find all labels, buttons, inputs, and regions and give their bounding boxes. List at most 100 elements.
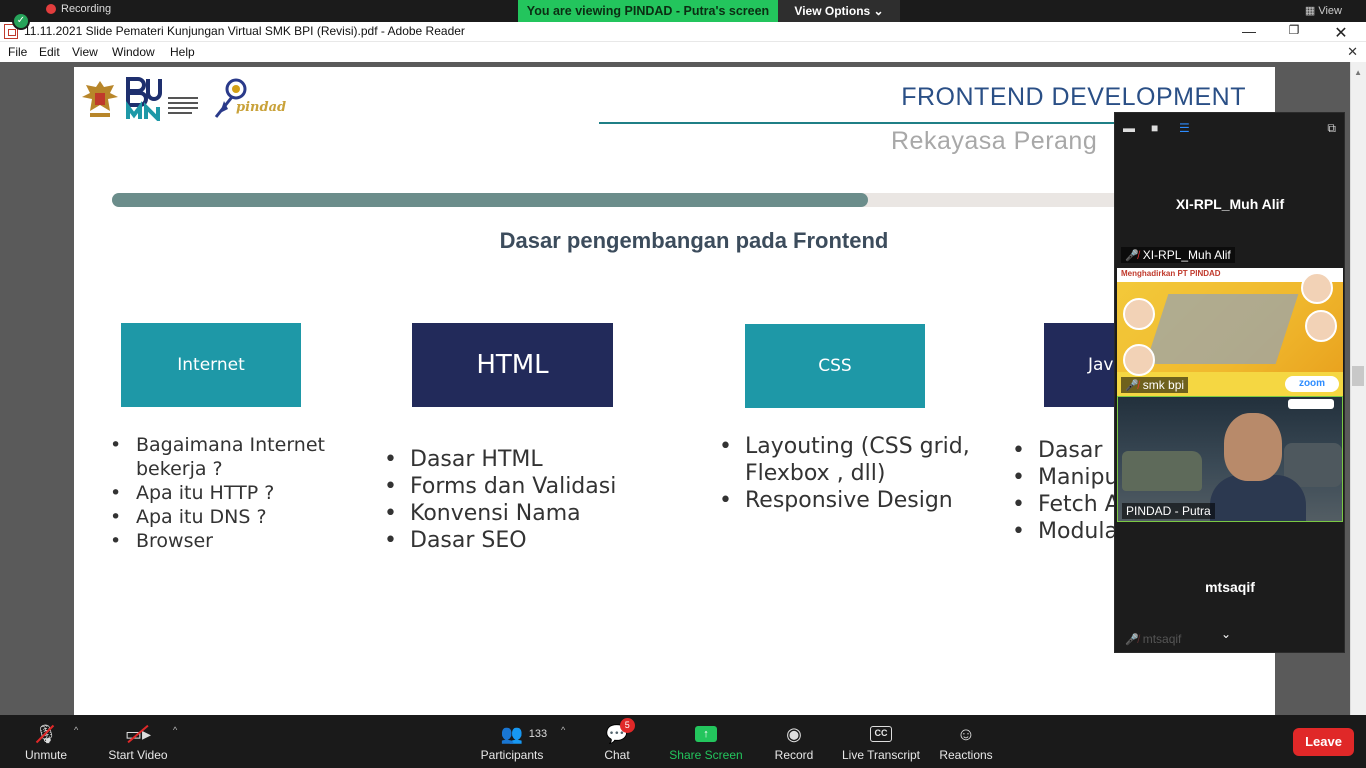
security-shield-icon[interactable]: ✓ [12,12,30,30]
slide-page: pindad FRONTEND DEVELOPMENT Rekayasa Per… [74,67,1275,715]
chat-badge: 5 [619,718,635,733]
list-item: Bagaimana Internet bekerja ? [108,433,348,481]
hide-video-panel-icon[interactable]: ▬ [1123,121,1135,135]
list-item: Dasar SEO [382,527,662,554]
slide-subtitle: Rekayasa Perang [891,127,1098,155]
thumbnail-view-icon[interactable]: ■ [1151,121,1158,135]
list-item: Dasar HTML [382,446,662,473]
list-item: Layouting (CSS grid, Flexbox , dll) [717,433,997,487]
participant-video-panel: ▬ ■ ☰ ⧉ XI-RPL_Muh Alif 🎤̸ XI-RPL_Muh Al… [1114,112,1345,653]
screen: ✓ Recording You are viewing PINDAD - Put… [0,0,1366,768]
scroll-up-arrow-icon[interactable]: ▲ [1354,68,1362,77]
zoom-top-bar: ✓ Recording You are viewing PINDAD - Put… [0,0,1366,30]
start-video-button[interactable]: ▭▸ Start Video [106,715,170,768]
topic-box-internet: Internet [121,323,301,407]
participants-button[interactable]: 👥 133 Participants [478,715,548,768]
recording-indicator[interactable]: Recording [46,3,111,15]
participant-label: 🎤̸ XI-RPL_Muh Alif [1121,247,1235,263]
vertical-scrollbar[interactable] [1350,62,1366,715]
speaker-photo [1305,310,1337,342]
participant-tile-pindad-putra[interactable]: PINDAD - Putra [1117,396,1343,522]
list-item: Forms dan Validasi [382,473,662,500]
live-transcript-label: Live Transcript [841,748,921,762]
topic-box-css: CSS [745,324,925,408]
participant-name: mtsaqif [1205,579,1255,595]
restore-button[interactable]: ❐ [1279,23,1309,37]
speaker-photo [1123,298,1155,330]
window-title: 11.11.2021 Slide Pemateri Kunjungan Virt… [24,24,465,38]
closed-caption-icon: CC [870,726,892,742]
record-button[interactable]: ◉ Record [772,715,816,768]
close-window-button[interactable]: ✕ [1326,23,1356,43]
participants-count: 133 [528,728,548,740]
video-options-chevron-icon[interactable]: ^ [173,725,177,735]
participant-tile-smk-bpi[interactable]: Menghadirkan PT PINDAD zoom 🎤̸ smk bpi [1117,268,1343,396]
minimize-button[interactable]: — [1234,23,1264,39]
video-off-icon: ▭▸ [125,724,151,744]
menu-edit[interactable]: Edit [39,45,60,59]
slide-progress-fill [112,193,868,207]
armored-vehicle-image [1122,451,1202,491]
leave-button[interactable]: Leave [1293,728,1354,756]
participants-options-chevron-icon[interactable]: ^ [561,725,565,735]
participant-label: 🎤̸ mtsaqif [1121,631,1185,647]
view-button[interactable]: ▦ View [1305,4,1342,17]
recording-label: Recording [61,3,112,15]
menu-view[interactable]: View [72,45,98,59]
chat-label: Chat [604,748,630,762]
viewing-banner: You are viewing PINDAD - Putra's screen [518,0,778,22]
view-label: View [1318,5,1342,17]
share-screen-label: Share Screen [669,748,743,762]
list-item: Apa itu HTTP ? [108,481,348,505]
participant-tile-muh-alif[interactable]: XI-RPL_Muh Alif 🎤̸ XI-RPL_Muh Alif [1117,137,1343,267]
speaker-face-image [1224,413,1282,481]
internet-topic-list: Bagaimana Internet bekerja ? Apa itu HTT… [108,433,348,553]
reactions-button[interactable]: ☺ Reactions [938,715,994,768]
menu-help[interactable]: Help [170,45,195,59]
speaker-photo [1301,272,1333,304]
recording-dot-icon [46,4,56,14]
video-corner-logo [1288,399,1334,409]
speaker-body-image [1210,475,1306,521]
list-item: Browser [108,529,348,553]
view-options-button[interactable]: View Options ⌄ [778,0,900,22]
shared-slide-title: Menghadirkan PT PINDAD [1121,269,1221,278]
live-transcript-button[interactable]: CC Live Transcript [840,715,922,768]
chat-button[interactable]: 💬 5 Chat [600,715,635,768]
muted-mic-icon: 🎤̸ [1125,249,1139,262]
speaker-view-icon[interactable]: ☰ [1179,121,1190,135]
close-document-icon[interactable]: ✕ [1347,44,1358,60]
shared-slide-laptop-image [1145,294,1299,364]
list-item: Responsive Design [717,487,997,514]
share-screen-icon: ↑ [695,726,717,742]
garuda-emblem-icon [82,81,118,117]
share-screen-button[interactable]: ↑ Share Screen [668,715,744,768]
side-by-side-view-icon[interactable]: ⧉ [1327,121,1336,136]
zoom-logo-chip: zoom [1285,376,1339,392]
unmute-button[interactable]: 🎙 Unmute [22,715,70,768]
adobe-title-bar: 11.11.2021 Slide Pemateri Kunjungan Virt… [0,22,1366,42]
chat-icon: 💬 5 [606,718,635,744]
start-video-label: Start Video [108,748,168,762]
menu-window[interactable]: Window [112,45,155,59]
pindad-logo-text: pindad [236,100,286,115]
participant-name: XI-RPL_Muh Alif [1175,196,1285,212]
scroll-down-chevron-icon[interactable]: ⌄ [1221,627,1231,641]
menu-bar: File Edit View Window Help ✕ [0,42,1366,62]
scrollbar-thumb[interactable] [1352,366,1364,386]
view-options-label: View Options [794,4,871,18]
meeting-toolbar: 🎙 Unmute ^ ▭▸ Start Video ^ 👥133 Partici… [0,715,1366,768]
list-item: Konvensi Nama [382,500,662,527]
participant-label: PINDAD - Putra [1122,503,1215,519]
muted-microphone-icon: 🎙 [35,724,58,744]
html-topic-list: Dasar HTML Forms dan Validasi Konvensi N… [382,446,662,554]
bumn-logo-icon [126,77,198,121]
menu-file[interactable]: File [8,45,27,59]
audio-options-chevron-icon[interactable]: ^ [74,725,78,735]
list-item: Apa itu DNS ? [108,505,348,529]
participant-label-text: smk bpi [1142,378,1185,392]
participant-label: 🎤̸ smk bpi [1121,377,1189,393]
participant-tile-mtsaqif[interactable]: mtsaqif 🎤̸ mtsaqif ⌄ [1117,523,1343,653]
participants-icon: 👥 133 [500,724,548,744]
record-label: Record [774,748,814,762]
